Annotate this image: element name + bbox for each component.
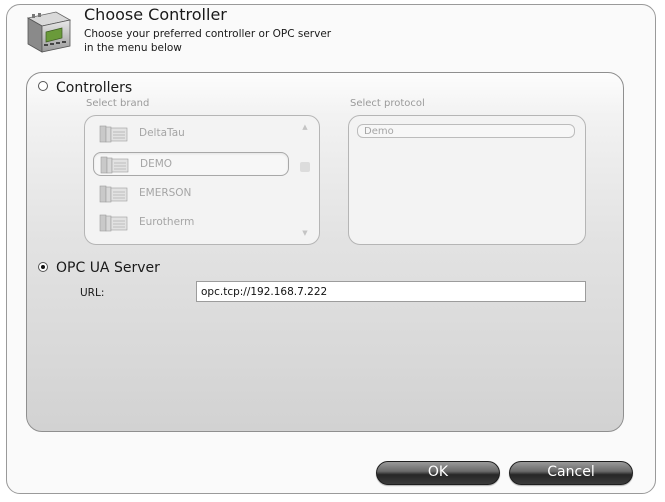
- plc-controller-icon: [26, 11, 72, 53]
- controller-module-icon: [100, 156, 129, 174]
- brand-item-emerson[interactable]: EMERSON: [93, 182, 289, 206]
- url-label: URL:: [80, 287, 105, 299]
- controllers-label[interactable]: Controllers: [56, 80, 132, 96]
- brand-item-eurotherm[interactable]: Eurotherm: [93, 211, 289, 235]
- brand-label: EMERSON: [139, 187, 192, 199]
- select-brand-caption: Select brand: [86, 98, 150, 109]
- protocol-item-demo[interactable]: Demo: [357, 124, 575, 138]
- scroll-thumb[interactable]: [300, 162, 310, 172]
- controller-module-icon: [99, 185, 128, 203]
- opc-ua-server-label[interactable]: OPC UA Server: [56, 260, 160, 276]
- opc-ua-server-radio[interactable]: [38, 262, 48, 272]
- protocol-list[interactable]: Demo: [348, 115, 586, 245]
- brand-label: DeltaTau: [139, 127, 185, 139]
- select-protocol-caption: Select protocol: [350, 98, 425, 109]
- controller-module-icon: [99, 125, 128, 143]
- brand-label: Eurotherm: [139, 216, 195, 228]
- brand-list-scrollbar[interactable]: ▲ ▼: [299, 122, 311, 238]
- brand-label: DEMO: [140, 158, 173, 170]
- scroll-down-arrow-icon[interactable]: ▼: [300, 228, 310, 238]
- dialog-title: Choose Controller: [84, 5, 227, 24]
- brand-list[interactable]: DeltaTau DEMO EMERSON Eurotherm ▲ ▼: [84, 115, 320, 245]
- controller-module-icon: [99, 214, 128, 232]
- controllers-radio[interactable]: [38, 81, 48, 91]
- cancel-button[interactable]: Cancel: [509, 461, 633, 485]
- dialog-subtitle: Choose your preferred controller or OPC …: [84, 28, 332, 54]
- brand-item-demo[interactable]: DEMO: [93, 152, 289, 176]
- url-input[interactable]: [196, 281, 586, 302]
- protocol-label: Demo: [364, 126, 394, 137]
- scroll-up-arrow-icon[interactable]: ▲: [300, 122, 310, 132]
- ok-button[interactable]: OK: [376, 461, 500, 485]
- brand-item-deltatau[interactable]: DeltaTau: [93, 122, 289, 146]
